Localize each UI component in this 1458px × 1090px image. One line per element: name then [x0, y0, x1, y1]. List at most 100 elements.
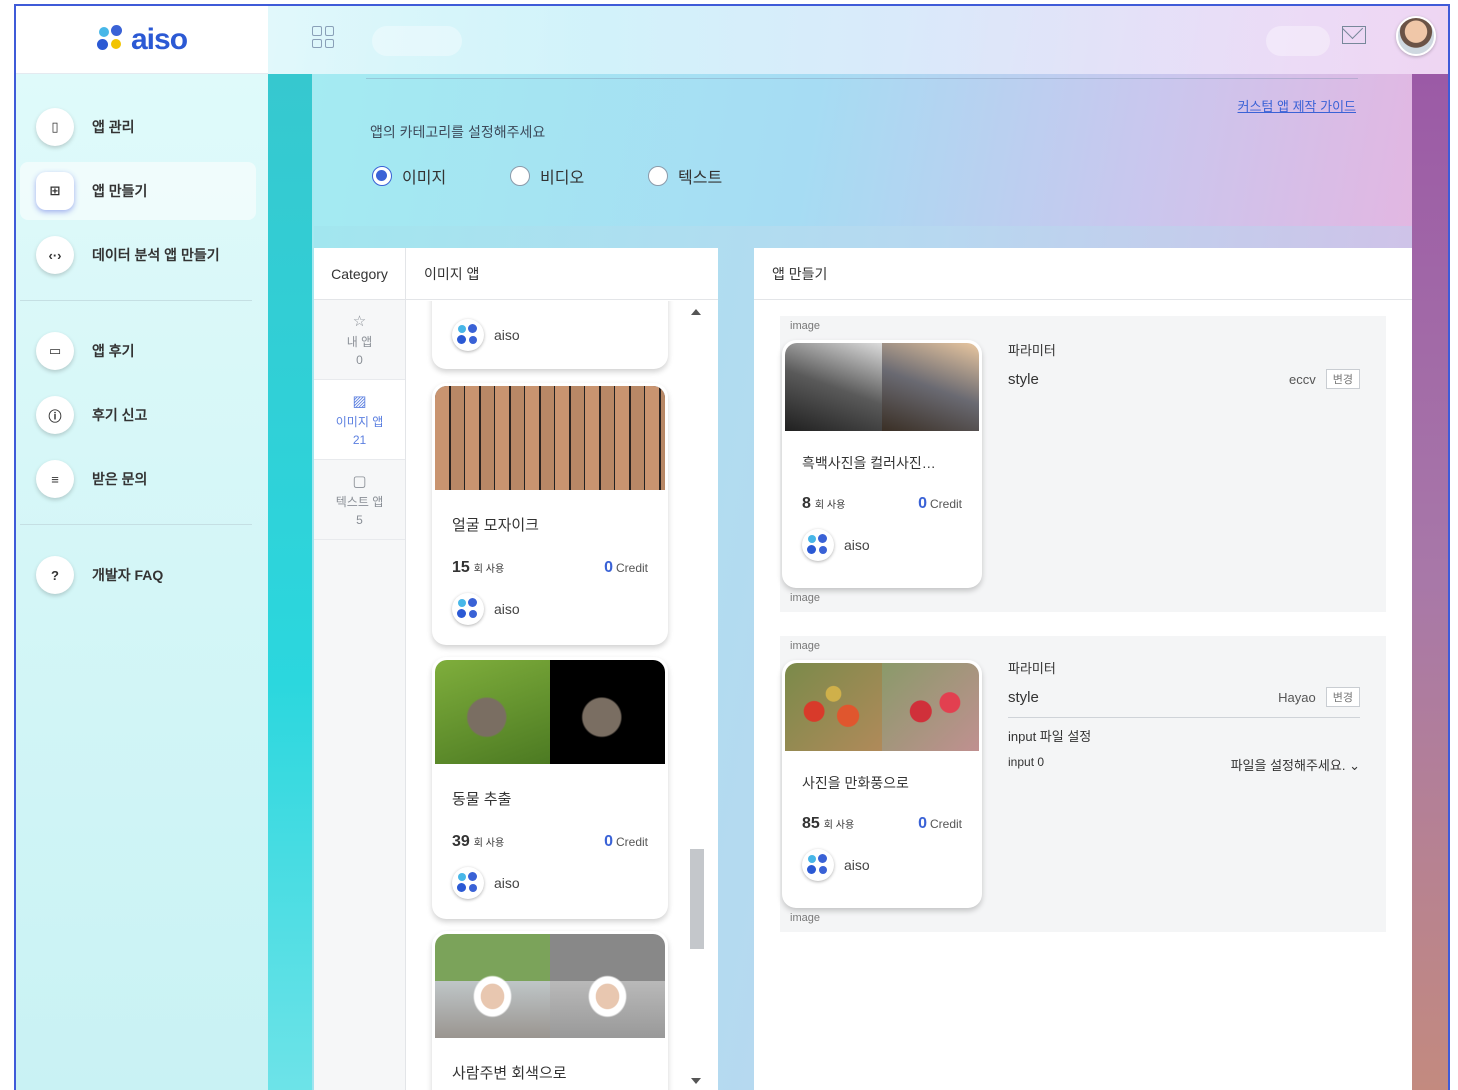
- owner-name: aiso: [494, 875, 520, 891]
- credit-unit: Credit: [929, 497, 962, 511]
- app-stats: 15 회 사용 0 Credit: [452, 559, 648, 577]
- code-icon: ‹·›: [36, 236, 74, 274]
- usage-count: 15 회 사용: [452, 559, 504, 577]
- header-placeholder: [372, 26, 462, 56]
- sidebar-item-label: 받은 문의: [92, 471, 148, 487]
- radio-button[interactable]: [372, 166, 392, 186]
- sidebar-item-developer-faq[interactable]: ? 개발자 FAQ: [20, 546, 256, 604]
- sidebar-item-label: 후기 신고: [92, 407, 148, 423]
- radio-button[interactable]: [510, 166, 530, 186]
- app-card[interactable]: 사람주변 회색으로: [432, 931, 668, 1090]
- mail-icon[interactable]: [1342, 26, 1366, 44]
- sidebar-item-app-management[interactable]: ▯ 앱 관리: [20, 98, 256, 156]
- sidebar-item-create-app[interactable]: ⊞ 앱 만들기: [20, 162, 256, 220]
- decorative-strip-right: [1412, 74, 1448, 1090]
- apps-grid-icon[interactable]: [312, 26, 334, 48]
- scrollbar[interactable]: [688, 309, 704, 1084]
- pipeline-block: image 사진을 만화풍으로 85 회 사용 0 Credit aiso im…: [780, 636, 1386, 932]
- credit-unit: Credit: [615, 835, 648, 849]
- input-file-row: input 0 파일을 설정해주세요. ⌄: [1008, 755, 1360, 774]
- category-text-apps[interactable]: ▢ 텍스트 앱 5: [314, 460, 405, 540]
- radio-text[interactable]: 텍스트: [648, 164, 722, 188]
- app-browser-panel: Category ☆ 내 앱 0 ▨ 이미지 앱 21 ▢ 텍스트 앱 5 이미…: [314, 248, 718, 1090]
- owner-name: aiso: [844, 857, 870, 873]
- sidebar-item-review-reports[interactable]: ⓘ 후기 신고: [20, 386, 256, 444]
- block-input-label: image: [790, 640, 820, 652]
- credit-value: 0: [604, 559, 613, 576]
- custom-app-guide-link[interactable]: 커스텀 앱 제작 가이드: [1238, 96, 1356, 115]
- app-list[interactable]: aiso 얼굴 모자이크 15 회 사용 0 Credit aiso 동물 추출…: [406, 301, 718, 1090]
- sidebar-divider: [20, 300, 252, 301]
- brand-logo[interactable]: aiso: [96, 22, 188, 57]
- app-name: 사람주변 회색으로: [452, 1065, 567, 1082]
- scroll-down-icon[interactable]: [691, 1078, 701, 1084]
- credit-value: 0: [918, 815, 927, 832]
- chevron-down-icon: ⌄: [1349, 758, 1360, 773]
- add-image-icon: ⊞: [36, 172, 74, 210]
- parameter-title: 파라미터: [1008, 343, 1056, 358]
- category-count: 21: [352, 433, 367, 447]
- app-card[interactable]: 얼굴 모자이크 15 회 사용 0 Credit aiso: [432, 383, 668, 645]
- app-stats: 85 회 사용 0 Credit: [802, 815, 962, 833]
- sidebar-item-label: 개발자 FAQ: [92, 567, 164, 583]
- sidebar-item-data-analysis-app[interactable]: ‹·› 데이터 분석 앱 만들기: [20, 226, 256, 284]
- aiso-logo-icon: [452, 593, 484, 625]
- brand-name: aiso: [130, 22, 188, 56]
- parameter-divider: [1008, 717, 1360, 718]
- input-file-select[interactable]: 파일을 설정해주세요. ⌄: [1231, 755, 1360, 774]
- parameter-value-group: eccv 변경: [1289, 369, 1360, 389]
- input-file-title: input 파일 설정: [1008, 729, 1092, 744]
- colorize-thumbnail: [785, 343, 979, 431]
- usage-value: 85: [802, 815, 820, 832]
- logo-area[interactable]: aiso: [16, 6, 268, 74]
- parameter-row: style Hayao 변경: [1008, 687, 1360, 707]
- usage-value: 8: [802, 495, 811, 512]
- credit-value: 0: [918, 495, 927, 512]
- aiso-logo-icon: [802, 849, 834, 881]
- input-name: input 0: [1008, 755, 1045, 769]
- aiso-logo-icon: [802, 529, 834, 561]
- section-divider: [366, 78, 1358, 79]
- cartoon-thumbnail: [785, 663, 979, 751]
- person-gray-thumbnail: [435, 934, 665, 1038]
- usage-unit: 회 사용: [814, 500, 846, 511]
- change-parameter-button[interactable]: 변경: [1325, 687, 1360, 707]
- credit-unit: Credit: [929, 817, 962, 831]
- app-name: 동물 추출: [452, 791, 512, 808]
- app-card[interactable]: aiso: [432, 301, 668, 369]
- app-owner: aiso: [452, 593, 668, 625]
- user-avatar[interactable]: [1396, 16, 1436, 56]
- scrollbar-thumb[interactable]: [690, 849, 704, 949]
- sidebar-item-label: 앱 후기: [92, 343, 135, 359]
- scroll-up-icon[interactable]: [691, 309, 701, 315]
- message-icon: ≡: [36, 460, 74, 498]
- decorative-strip: [268, 74, 312, 1090]
- owner-name: aiso: [844, 537, 870, 553]
- change-parameter-button[interactable]: 변경: [1325, 369, 1360, 389]
- usage-value: 39: [452, 833, 470, 850]
- category-my-apps[interactable]: ☆ 내 앱 0: [314, 300, 405, 380]
- category-image-apps[interactable]: ▨ 이미지 앱 21: [314, 380, 405, 460]
- sidebar-item-app-reviews[interactable]: ▭ 앱 후기: [20, 322, 256, 380]
- pipeline-block: image 흑백사진을 컬러사진… 8회 사용 0 Credit aiso im…: [780, 316, 1386, 612]
- app-window: aiso ▯ 앱 관리 ⊞ 앱 만들기 ‹·› 데이터 분석 앱 만들기 ▭ 앱…: [14, 4, 1450, 1090]
- category-count: 0: [356, 353, 363, 367]
- usage-unit: 회 사용: [823, 820, 855, 831]
- selected-app-card[interactable]: 흑백사진을 컬러사진… 8회 사용 0 Credit aiso: [782, 340, 982, 588]
- sidebar-item-received-inquiries[interactable]: ≡ 받은 문의: [20, 450, 256, 508]
- radio-image[interactable]: 이미지: [372, 164, 446, 188]
- app-stats: 8회 사용 0 Credit: [802, 495, 962, 513]
- radio-video[interactable]: 비디오: [510, 164, 584, 188]
- usage-unit: 회 사용: [473, 564, 505, 575]
- alert-icon: ⓘ: [36, 396, 74, 434]
- selected-app-card[interactable]: 사진을 만화풍으로 85 회 사용 0 Credit aiso: [782, 660, 982, 908]
- app-owner: aiso: [802, 529, 982, 561]
- chat-icon: ▭: [36, 332, 74, 370]
- sidebar-item-label: 데이터 분석 앱 만들기: [92, 247, 220, 263]
- radio-button[interactable]: [648, 166, 668, 186]
- parameter-name: style: [1008, 688, 1039, 706]
- sidebar-divider: [20, 524, 252, 525]
- app-card[interactable]: 동물 추출 39 회 사용 0 Credit aiso: [432, 657, 668, 919]
- category-label: 텍스트 앱: [335, 495, 384, 509]
- category-label: 이미지 앱: [335, 415, 384, 429]
